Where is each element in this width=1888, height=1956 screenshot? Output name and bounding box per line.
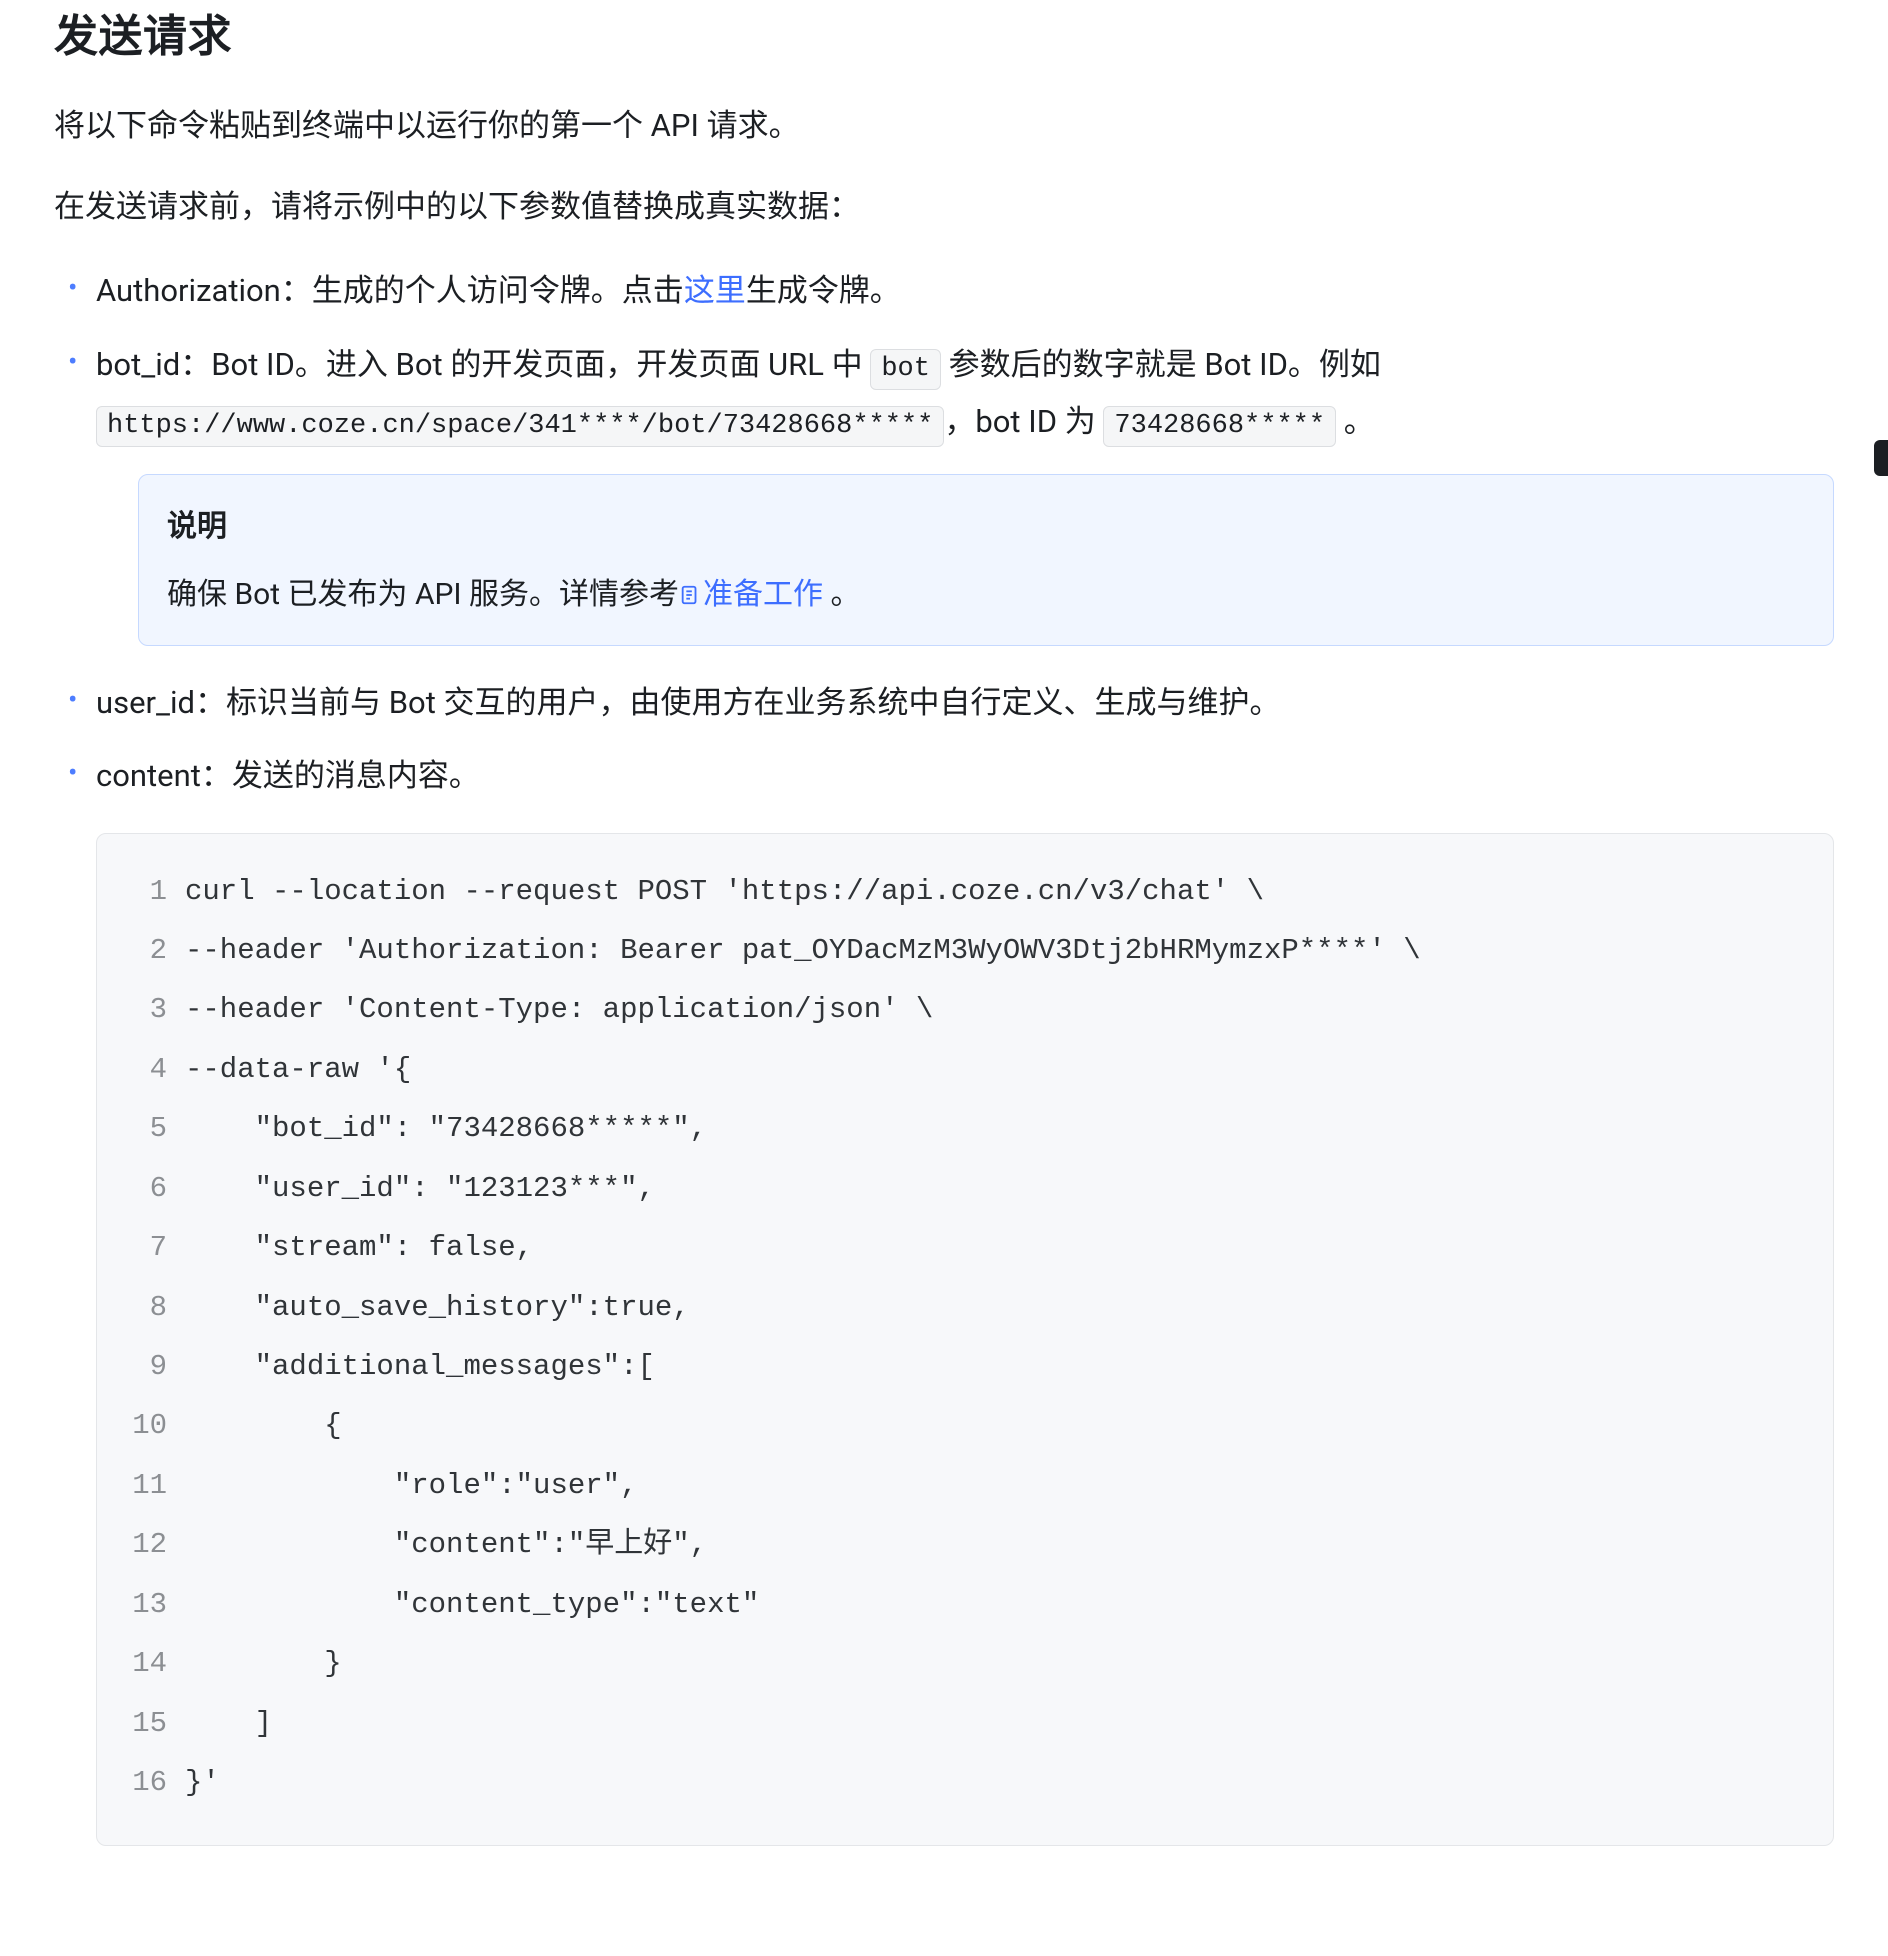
param-user-id: user_id：标识当前与 Bot 交互的用户，由使用方在业务系统中自行定义、生…	[54, 674, 1834, 731]
param-bot-id: bot_id：Bot ID。进入 Bot 的开发页面，开发页面 URL 中 bo…	[54, 336, 1834, 646]
text-fragment: 生成令牌。	[746, 272, 901, 309]
code-text: "user_id": "123123***",	[185, 1159, 1805, 1218]
line-number: 2	[125, 921, 185, 980]
code-text: "auto_save_history":true,	[185, 1278, 1805, 1337]
line-number: 14	[125, 1634, 185, 1693]
code-block[interactable]: 1curl --location --request POST 'https:/…	[96, 833, 1834, 1846]
doc-content: 发送请求 将以下命令粘贴到终端中以运行你的第一个 API 请求。 在发送请求前，…	[0, 0, 1888, 1956]
line-number: 12	[125, 1515, 185, 1574]
line-number: 9	[125, 1337, 185, 1396]
line-number: 7	[125, 1218, 185, 1277]
line-number: 10	[125, 1396, 185, 1455]
code-text: "bot_id": "73428668*****",	[185, 1099, 1805, 1158]
text-fragment: bot_id：Bot ID。进入 Bot 的开发页面，开发页面 URL 中	[96, 346, 870, 383]
code-text: "stream": false,	[185, 1218, 1805, 1277]
param-content: content：发送的消息内容。	[54, 747, 1834, 804]
prep-work-link[interactable]: 准备工作	[679, 577, 823, 612]
line-number: 8	[125, 1278, 185, 1337]
intro-paragraph-1: 将以下命令粘贴到终端中以运行你的第一个 API 请求。	[54, 100, 1834, 151]
code-line: 7 "stream": false,	[125, 1218, 1805, 1277]
code-text: "content_type":"text"	[185, 1575, 1805, 1634]
code-text: --data-raw '{	[185, 1040, 1805, 1099]
code-line: 13 "content_type":"text"	[125, 1575, 1805, 1634]
code-text: }'	[185, 1753, 1805, 1812]
section-heading: 发送请求	[54, 0, 1834, 64]
code-line: 16}'	[125, 1753, 1805, 1812]
code-text: ]	[185, 1694, 1805, 1753]
note-body: 确保 Bot 已发布为 API 服务。详情参考准备工作 。	[167, 571, 1805, 619]
code-line: 1curl --location --request POST 'https:/…	[125, 862, 1805, 921]
code-line: 5 "bot_id": "73428668*****",	[125, 1099, 1805, 1158]
param-authorization: Authorization：生成的个人访问令牌。点击这里生成令牌。	[54, 262, 1834, 319]
intro-paragraph-2: 在发送请求前，请将示例中的以下参数值替换成真实数据：	[54, 181, 1834, 232]
note-box: 说明 确保 Bot 已发布为 API 服务。详情参考准备工作 。	[138, 474, 1834, 646]
text-fragment: 确保 Bot 已发布为 API 服务。详情参考	[167, 577, 679, 612]
code-line: 9 "additional_messages":[	[125, 1337, 1805, 1396]
inline-code-bot: bot	[870, 349, 941, 390]
line-number: 5	[125, 1099, 185, 1158]
line-number: 6	[125, 1159, 185, 1218]
link-text: 准备工作	[703, 577, 823, 612]
inline-code-url: https://www.coze.cn/space/341****/bot/73…	[96, 406, 944, 447]
code-line: 3--header 'Content-Type: application/jso…	[125, 980, 1805, 1039]
line-number: 11	[125, 1456, 185, 1515]
param-list: Authorization：生成的个人访问令牌。点击这里生成令牌。 bot_id…	[54, 262, 1834, 804]
code-text: "additional_messages":[	[185, 1337, 1805, 1396]
line-number: 4	[125, 1040, 185, 1099]
text-fragment: Authorization：生成的个人访问令牌。点击	[96, 272, 684, 309]
code-text: {	[185, 1396, 1805, 1455]
code-text: --header 'Content-Type: application/json…	[185, 980, 1805, 1039]
text-fragment: 。	[1336, 403, 1375, 440]
text-fragment: ，bot ID 为	[944, 403, 1103, 440]
code-line: 11 "role":"user",	[125, 1456, 1805, 1515]
code-line: 2--header 'Authorization: Bearer pat_OYD…	[125, 921, 1805, 980]
text-fragment: 。	[823, 577, 860, 612]
code-line: 8 "auto_save_history":true,	[125, 1278, 1805, 1337]
code-line: 12 "content":"早上好",	[125, 1515, 1805, 1574]
code-text: }	[185, 1634, 1805, 1693]
code-line: 14 }	[125, 1634, 1805, 1693]
note-title: 说明	[167, 499, 1805, 555]
code-line: 4--data-raw '{	[125, 1040, 1805, 1099]
text-fragment: 参数后的数字就是 Bot ID。例如	[941, 346, 1381, 383]
code-text: "role":"user",	[185, 1456, 1805, 1515]
code-line: 6 "user_id": "123123***",	[125, 1159, 1805, 1218]
code-text: "content":"早上好",	[185, 1515, 1805, 1574]
code-text: curl --location --request POST 'https://…	[185, 862, 1805, 921]
token-link[interactable]: 这里	[684, 272, 746, 309]
line-number: 15	[125, 1694, 185, 1753]
right-edge-handle[interactable]	[1874, 440, 1888, 476]
line-number: 13	[125, 1575, 185, 1634]
line-number: 1	[125, 862, 185, 921]
inline-code-botid: 73428668*****	[1103, 406, 1336, 447]
line-number: 3	[125, 980, 185, 1039]
code-text: --header 'Authorization: Bearer pat_OYDa…	[185, 921, 1805, 980]
doc-link-icon	[679, 573, 701, 595]
code-line: 15 ]	[125, 1694, 1805, 1753]
line-number: 16	[125, 1753, 185, 1812]
code-line: 10 {	[125, 1396, 1805, 1455]
